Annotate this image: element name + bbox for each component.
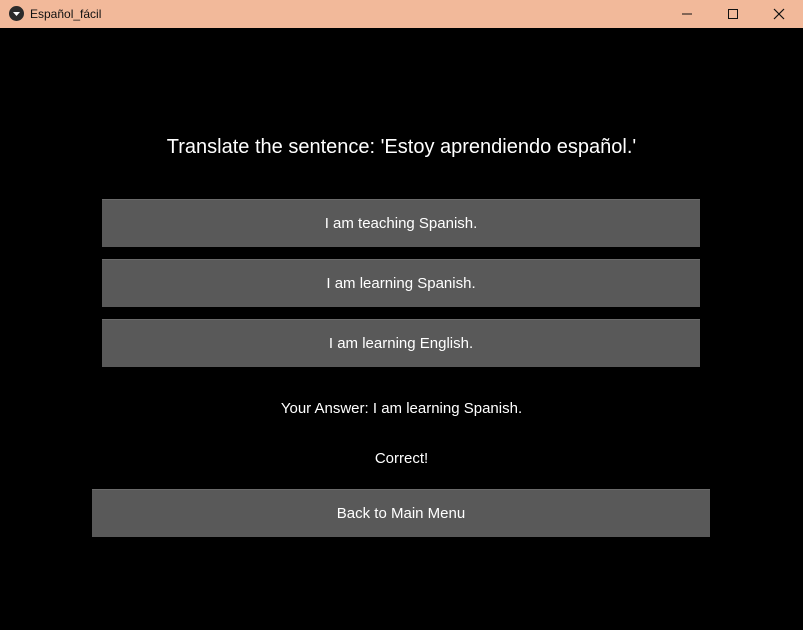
back-to-main-menu-button[interactable]: Back to Main Menu [92,489,710,537]
question-text: Translate the sentence: 'Estoy aprendien… [166,136,637,158]
app-logo-icon [9,6,24,21]
app-window: Español_fácil Translate the sentence: 'E… [0,0,803,630]
answer-option-button[interactable]: I am learning Spanish. [102,259,700,307]
close-button[interactable] [756,0,802,28]
result-text: Correct! [374,450,429,467]
answer-option-button[interactable]: I am learning English. [102,319,700,367]
minimize-button[interactable] [664,0,710,28]
close-icon [773,8,785,20]
window-title: Español_fácil [30,7,102,21]
title-bar[interactable]: Español_fácil [0,0,803,28]
your-answer-text: Your Answer: I am learning Spanish. [280,400,523,417]
maximize-icon [728,9,738,19]
answer-option-button[interactable]: I am teaching Spanish. [102,199,700,247]
maximize-button[interactable] [710,0,756,28]
minimize-icon [682,13,692,15]
quiz-screen: Translate the sentence: 'Estoy aprendien… [1,28,802,629]
